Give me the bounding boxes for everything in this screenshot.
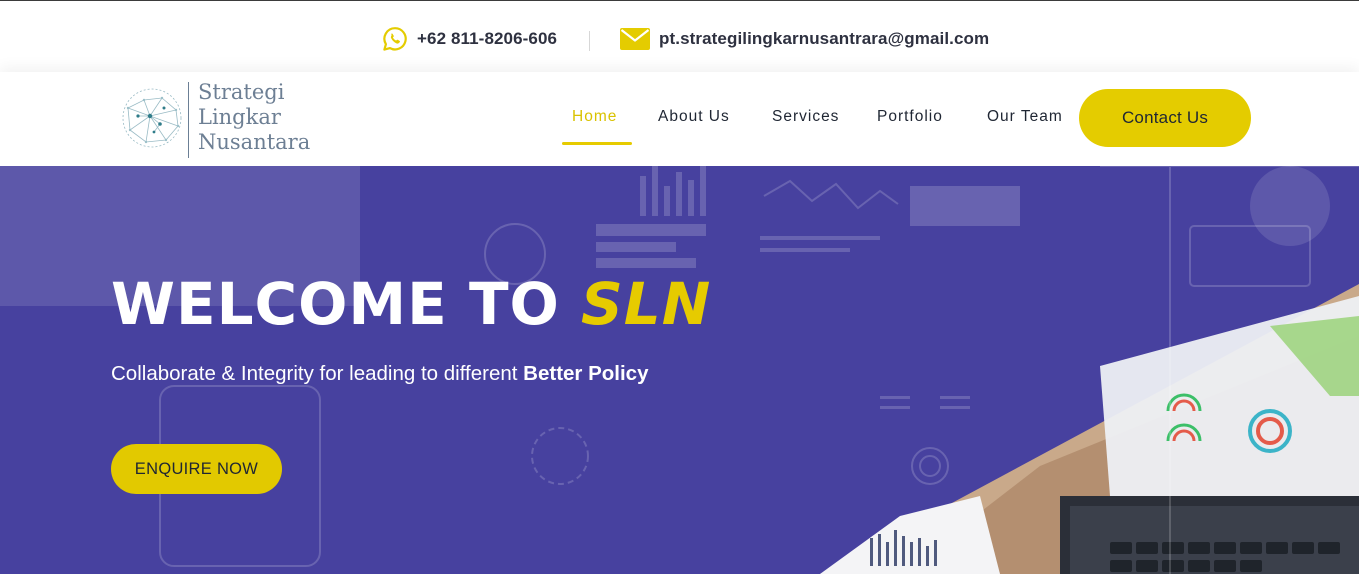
top-contact-bar: +62 811-8206-606 pt.strategilingkarnusan… bbox=[0, 0, 1359, 72]
nav-portfolio[interactable]: Portfolio bbox=[877, 108, 943, 126]
topbar-divider bbox=[589, 31, 590, 51]
hero-title-accent: SLN bbox=[581, 270, 712, 338]
envelope-icon bbox=[620, 28, 650, 50]
hero-title: WELCOME TO SLN bbox=[111, 270, 711, 338]
enquire-now-button[interactable]: ENQUIRE NOW bbox=[111, 444, 282, 494]
email-contact[interactable]: pt.strategilingkarnusantrara@gmail.com bbox=[620, 25, 989, 53]
hero-title-prefix: WELCOME TO bbox=[111, 270, 582, 338]
whatsapp-icon bbox=[382, 26, 408, 52]
hero-subtitle: Collaborate & Integrity for leading to d… bbox=[111, 362, 648, 386]
nav-active-indicator bbox=[562, 142, 632, 145]
email-address[interactable]: pt.strategilingkarnusantrara@gmail.com bbox=[659, 29, 989, 49]
logo-wordmark: Strategi Lingkar Nusantara bbox=[198, 80, 310, 155]
nav-home[interactable]: Home bbox=[572, 108, 617, 126]
logo-divider bbox=[188, 82, 189, 158]
hero-section: WELCOME TO SLN Collaborate & Integrity f… bbox=[0, 166, 1359, 574]
nav-about-us[interactable]: About Us bbox=[658, 108, 730, 126]
contact-us-button[interactable]: Contact Us bbox=[1079, 89, 1251, 147]
hero-subtitle-bold: Better Policy bbox=[523, 362, 649, 385]
site-logo[interactable]: Strategi Lingkar Nusantara bbox=[120, 80, 320, 160]
nav-services[interactable]: Services bbox=[772, 108, 839, 126]
phone-number[interactable]: +62 811-8206-606 bbox=[417, 29, 557, 49]
site-header: Strategi Lingkar Nusantara Home About Us… bbox=[0, 72, 1359, 166]
logo-line-2: Lingkar bbox=[198, 105, 281, 129]
network-globe-icon bbox=[120, 86, 184, 155]
hero-subtitle-text: Collaborate & Integrity for leading to d… bbox=[111, 362, 524, 385]
phone-contact[interactable]: +62 811-8206-606 bbox=[382, 25, 557, 53]
nav-our-team[interactable]: Our Team bbox=[987, 108, 1063, 126]
logo-line-1: Strategi bbox=[198, 80, 285, 104]
logo-line-3: Nusantara bbox=[198, 130, 311, 154]
